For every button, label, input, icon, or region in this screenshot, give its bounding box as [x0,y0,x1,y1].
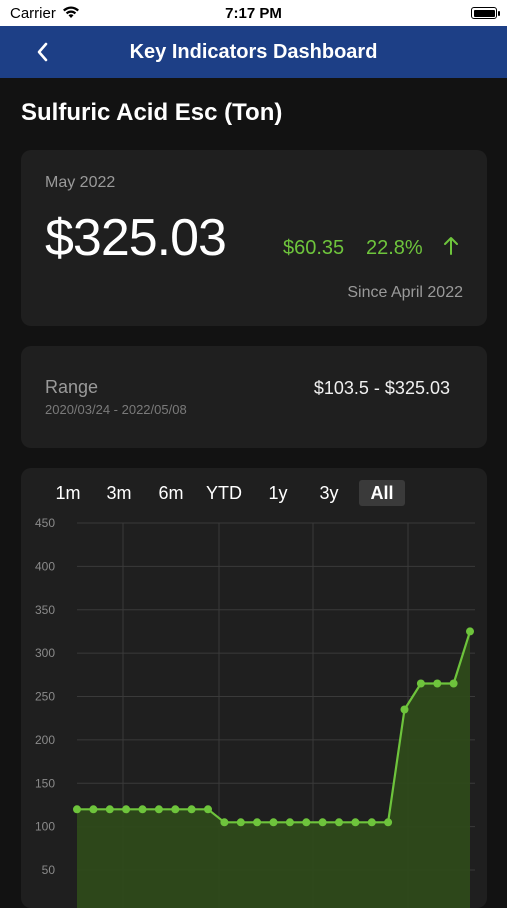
data-point [253,818,262,827]
data-point [154,805,163,814]
chart-card: 1m 3m 6m YTD 1y 3y All 50 100 150 200 250 300… [21,468,487,908]
nav-bar: Key Indicators Dashboard [0,26,507,78]
series-area [77,631,470,908]
price-date: May 2022 [45,174,116,191]
range-dates: 2020/03/24 - 2022/05/08 [45,402,187,417]
data-point [171,805,180,814]
status-bar: Carrier 7:17 PM [0,0,507,26]
y-tick-label: 450 [35,516,55,530]
price-card: May 2022 $325.03 $60.35 22.8% Since Apri… [21,150,487,326]
y-tick-label: 200 [35,733,55,747]
price-value: $325.03 [45,209,227,267]
data-point [318,818,327,827]
price-percent: 22.8% [366,237,423,259]
data-point [105,805,114,814]
price-since: Since April 2022 [347,284,463,301]
y-tick-label: 150 [35,776,55,790]
data-point [187,805,196,814]
data-point [122,805,131,814]
data-point [73,805,81,814]
data-point [367,818,376,827]
data-point [400,705,409,714]
range-card: Range 2020/03/24 - 2022/05/08 $103.5 - $… [21,346,487,448]
arrow-up-icon [444,237,458,255]
range-value: $103.5 - $325.03 [313,378,450,398]
data-point [416,679,425,688]
data-point [236,818,245,827]
range-label: Range [45,377,99,397]
y-tick-label: 250 [35,690,55,704]
data-point [302,818,311,827]
data-point [351,818,360,827]
data-point [466,627,474,636]
data-point [433,679,442,688]
data-point [335,818,343,827]
y-tick-label: 100 [35,820,55,834]
data-point [285,818,294,827]
y-tick-label: 350 [35,603,55,617]
page-title: Sulfuric Acid Esc (Ton) [21,99,283,126]
y-tick-label: 300 [35,646,55,660]
price-chart: 50 100 150 200 250 300 350 400 450 [35,516,475,908]
price-change: $60.35 [283,237,345,259]
data-point [204,805,212,814]
nav-title: Key Indicators Dashboard [129,41,378,63]
y-tick-label: 400 [35,559,55,573]
y-tick-label: 50 [42,863,56,877]
battery-icon [471,7,500,19]
data-point [138,805,147,814]
status-time: 7:17 PM [225,5,282,22]
data-point [220,818,229,827]
data-point [89,805,98,814]
data-point [269,818,278,827]
data-point [449,679,458,688]
data-point [384,818,393,827]
